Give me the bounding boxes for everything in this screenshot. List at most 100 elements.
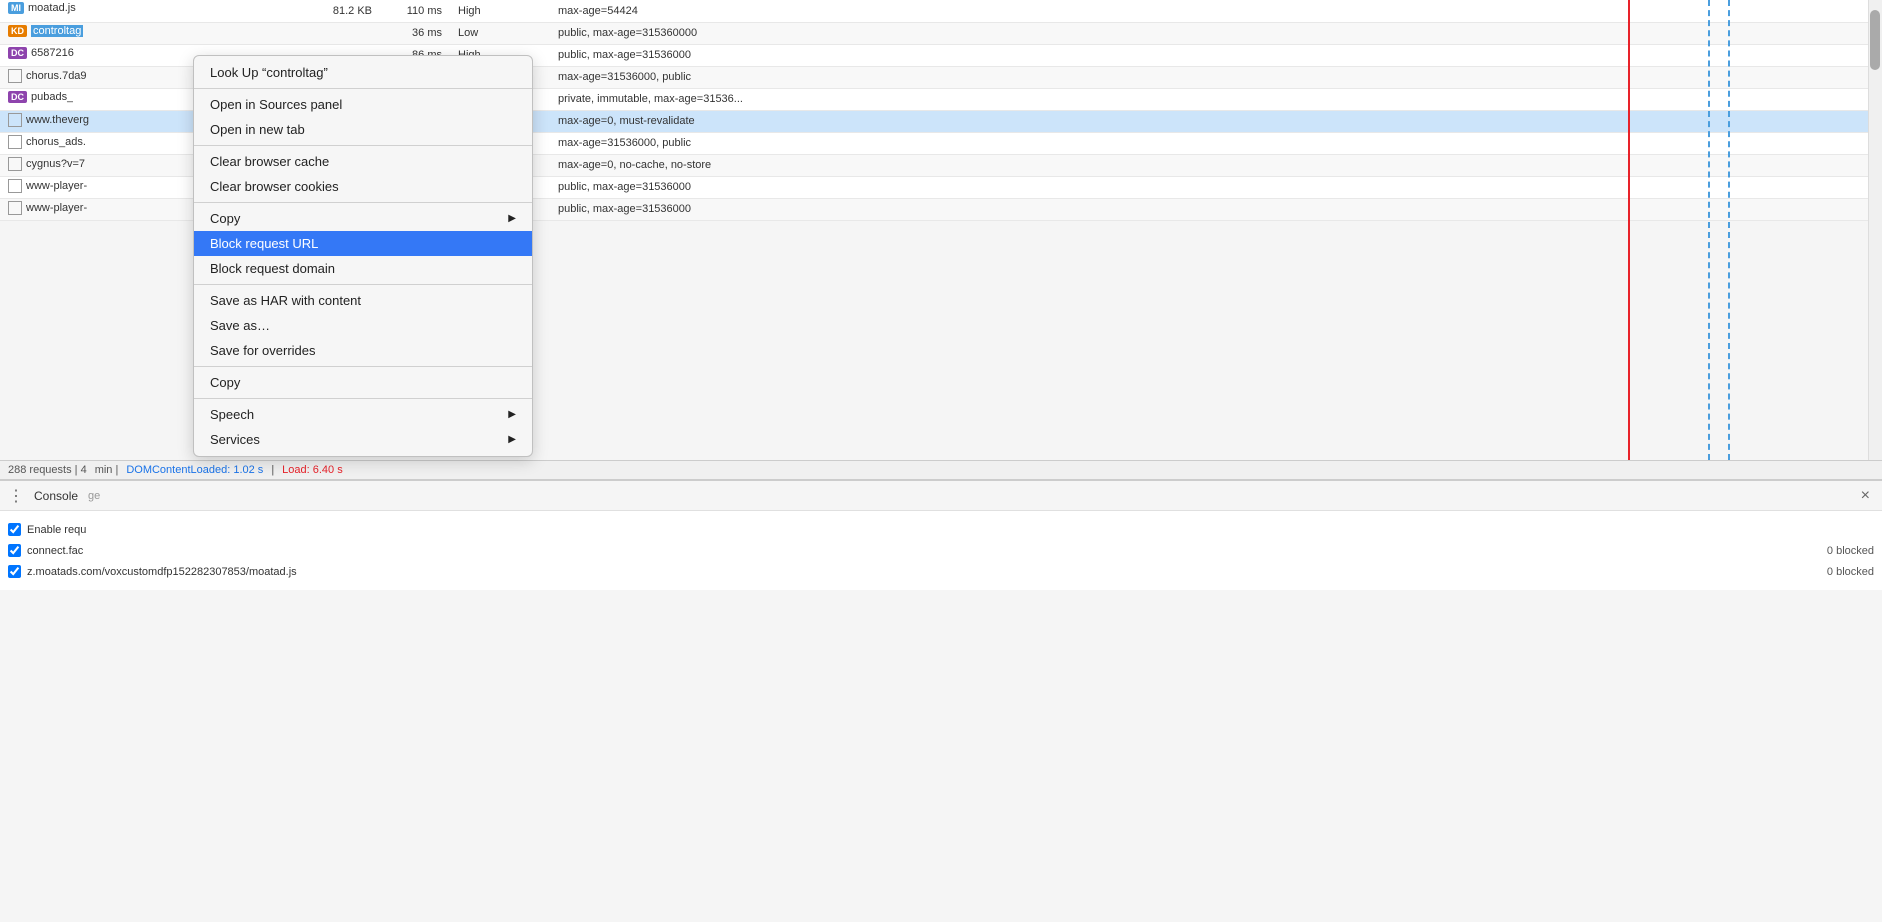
menu-item-lookup[interactable]: Look Up “controltag”	[194, 60, 532, 85]
name-cell: KD controltag	[0, 23, 300, 39]
menu-item-label: Block request URL	[210, 236, 516, 251]
bottom-panel-header: ⋮ Console ge ×	[0, 481, 1882, 511]
cache-cell: max-age=0, no-cache, no-store	[550, 154, 1868, 176]
resource-name: pubads_	[31, 91, 73, 103]
menu-item-label: Copy	[210, 375, 516, 390]
resource-badge: MI	[8, 2, 24, 14]
resource-name: controltag	[31, 25, 83, 37]
enable-request-checkbox[interactable]	[8, 523, 21, 536]
menu-item-label: Clear browser cookies	[210, 179, 516, 194]
menu-item-label: Clear browser cache	[210, 154, 516, 169]
connect-fac-checkbox[interactable]	[8, 544, 21, 557]
menu-item-label: Save for overrides	[210, 343, 516, 358]
resource-badge: DC	[8, 47, 27, 59]
menu-item-label: Copy	[210, 211, 500, 226]
time-cell: 36 ms	[380, 22, 450, 44]
menu-item-block-url[interactable]: Block request URL	[194, 231, 532, 256]
size-cell	[300, 22, 380, 44]
menu-item-label: Open in Sources panel	[210, 97, 516, 112]
menu-item-label: Speech	[210, 407, 500, 422]
menu-separator	[194, 145, 532, 146]
menu-separator	[194, 366, 532, 367]
enable-request-row: Enable requ	[8, 519, 1874, 540]
menu-item-label: Save as HAR with content	[210, 293, 516, 308]
menu-item-save-har[interactable]: Save as HAR with content	[194, 288, 532, 313]
resource-name: www-player-	[26, 180, 87, 192]
table-row[interactable]: KD controltag 36 msLowpublic, max-age=3153…	[0, 22, 1882, 44]
menu-item-save-as[interactable]: Save as…	[194, 313, 532, 338]
cache-cell: public, max-age=31536000	[550, 198, 1868, 220]
min-text: min |	[95, 464, 119, 476]
menu-item-save-overrides[interactable]: Save for overrides	[194, 338, 532, 363]
resource-name: chorus.7da9	[26, 70, 87, 82]
menu-item-label: Services	[210, 432, 500, 447]
time-cell: 110 ms	[380, 0, 450, 22]
scrollbar-track[interactable]	[1868, 0, 1882, 460]
menu-separator	[194, 398, 532, 399]
resource-name: chorus_ads.	[26, 136, 86, 148]
resource-badge: DC	[8, 91, 27, 103]
separator: |	[271, 464, 274, 476]
file-icon	[8, 135, 22, 149]
resource-name: cygnus?v=7	[26, 158, 85, 170]
moatads-label: z.moatads.com/voxcustomdfp152282307853/m…	[27, 566, 297, 578]
cache-cell: max-age=54424	[550, 0, 1868, 22]
file-icon	[8, 69, 22, 83]
menu-item-clear-cookies[interactable]: Clear browser cookies	[194, 174, 532, 199]
connect-blocked-count: 0 blocked	[1827, 545, 1874, 557]
menu-item-label: Look Up “controltag”	[210, 65, 516, 80]
menu-item-copy1[interactable]: Copy ▶	[194, 206, 532, 231]
submenu-arrow-icon: ▶	[508, 213, 516, 224]
moatads-blocked-count: 0 blocked	[1827, 566, 1874, 578]
menu-item-label: Save as…	[210, 318, 516, 333]
panel-menu-icon[interactable]: ⋮	[8, 486, 24, 506]
menu-item-open-new-tab[interactable]: Open in new tab	[194, 117, 532, 142]
cache-cell: public, max-age=31536000	[550, 176, 1868, 198]
moatads-checkbox[interactable]	[8, 565, 21, 578]
bottom-panel: ⋮ Console ge × Enable requ connect.fac 0…	[0, 479, 1882, 590]
file-icon	[8, 179, 22, 193]
domcontent-loaded: DOMContentLoaded: 1.02 s	[126, 464, 263, 476]
priority-cell: High	[450, 0, 550, 22]
context-menu: Look Up “controltag” Open in Sources pane…	[193, 55, 533, 457]
menu-item-open-sources[interactable]: Open in Sources panel	[194, 92, 532, 117]
file-icon	[8, 157, 22, 171]
submenu-arrow-icon: ▶	[508, 409, 516, 420]
menu-item-label: Block request domain	[210, 261, 516, 276]
cache-cell: max-age=31536000, public	[550, 132, 1868, 154]
menu-separator	[194, 202, 532, 203]
cache-cell: public, max-age=315360000	[550, 22, 1868, 44]
menu-item-label: Open in new tab	[210, 122, 516, 137]
menu-item-clear-cache[interactable]: Clear browser cache	[194, 149, 532, 174]
file-icon	[8, 113, 22, 127]
moatads-row: z.moatads.com/voxcustomdfp152282307853/m…	[8, 561, 1874, 582]
priority-cell: Low	[450, 22, 550, 44]
menu-separator	[194, 284, 532, 285]
menu-separator	[194, 88, 532, 89]
cache-cell: max-age=0, must-revalidate	[550, 110, 1868, 132]
console-title: Console	[34, 489, 78, 503]
panel-content: Enable requ connect.fac 0 blocked z.moat…	[0, 511, 1882, 590]
load-time: Load: 6.40 s	[282, 464, 343, 476]
resource-badge: KD	[8, 25, 27, 37]
resource-name: www-player-	[26, 202, 87, 214]
status-bar: 288 requests | 4 min | DOMContentLoaded:…	[0, 460, 1882, 479]
name-cell: MI moatad.js	[0, 0, 300, 16]
submenu-arrow-icon: ▶	[508, 434, 516, 445]
menu-item-block-domain[interactable]: Block request domain	[194, 256, 532, 281]
cache-cell: max-age=31536000, public	[550, 66, 1868, 88]
resource-name: www.theverg	[26, 114, 89, 126]
menu-item-speech[interactable]: Speech ▶	[194, 402, 532, 427]
file-icon	[8, 201, 22, 215]
cache-cell: public, max-age=31536000	[550, 44, 1868, 66]
close-button[interactable]: ×	[1857, 487, 1874, 505]
request-count: 288 requests | 4	[8, 464, 87, 476]
enable-request-label: Enable requ	[27, 524, 86, 536]
resource-name: moatad.js	[28, 2, 76, 14]
table-row[interactable]: MImoatad.js81.2 KB110 msHighmax-age=5442…	[0, 0, 1882, 22]
resource-name: 6587216	[31, 47, 74, 59]
scrollbar-thumb[interactable]	[1870, 10, 1880, 70]
menu-item-services[interactable]: Services ▶	[194, 427, 532, 452]
menu-item-copy2[interactable]: Copy	[194, 370, 532, 395]
connect-fac-label: connect.fac	[27, 545, 83, 557]
